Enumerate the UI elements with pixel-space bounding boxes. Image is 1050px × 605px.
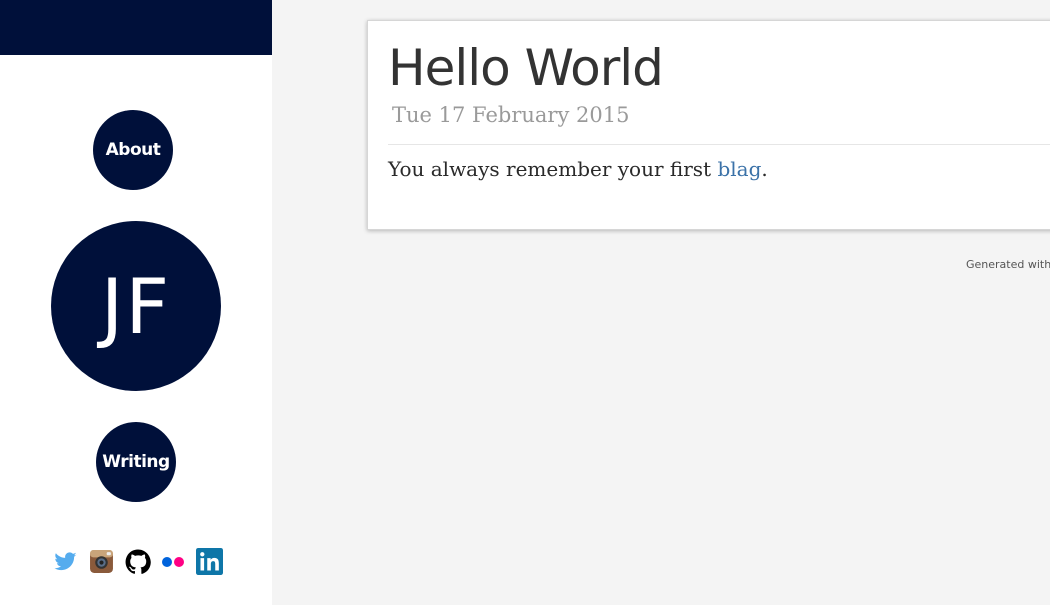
footer-generated-with: Generated with P	[966, 258, 1050, 271]
sidebar: About JF Writing	[0, 0, 272, 605]
writing-link[interactable]: Writing	[96, 422, 176, 502]
about-link[interactable]: About	[93, 110, 173, 190]
linkedin-icon[interactable]	[196, 548, 223, 575]
github-icon[interactable]	[124, 548, 151, 575]
post-body: You always remember your first blag.	[388, 157, 768, 181]
blag-link[interactable]: blag	[717, 157, 761, 181]
sidebar-header-band	[0, 0, 272, 55]
monogram-logo[interactable]: JF	[51, 221, 221, 391]
instagram-icon[interactable]	[88, 548, 115, 575]
social-links	[52, 548, 223, 575]
twitter-icon[interactable]	[52, 548, 79, 575]
post-divider	[388, 144, 1050, 145]
post-date: Tue 17 February 2015	[392, 103, 630, 127]
post-title[interactable]: Hello World	[388, 35, 664, 101]
post-body-end: .	[761, 157, 768, 181]
post-card: Hello World Tue 17 February 2015 You alw…	[367, 20, 1050, 230]
post-body-text: You always remember your first	[388, 157, 718, 181]
flickr-icon[interactable]	[160, 548, 187, 575]
